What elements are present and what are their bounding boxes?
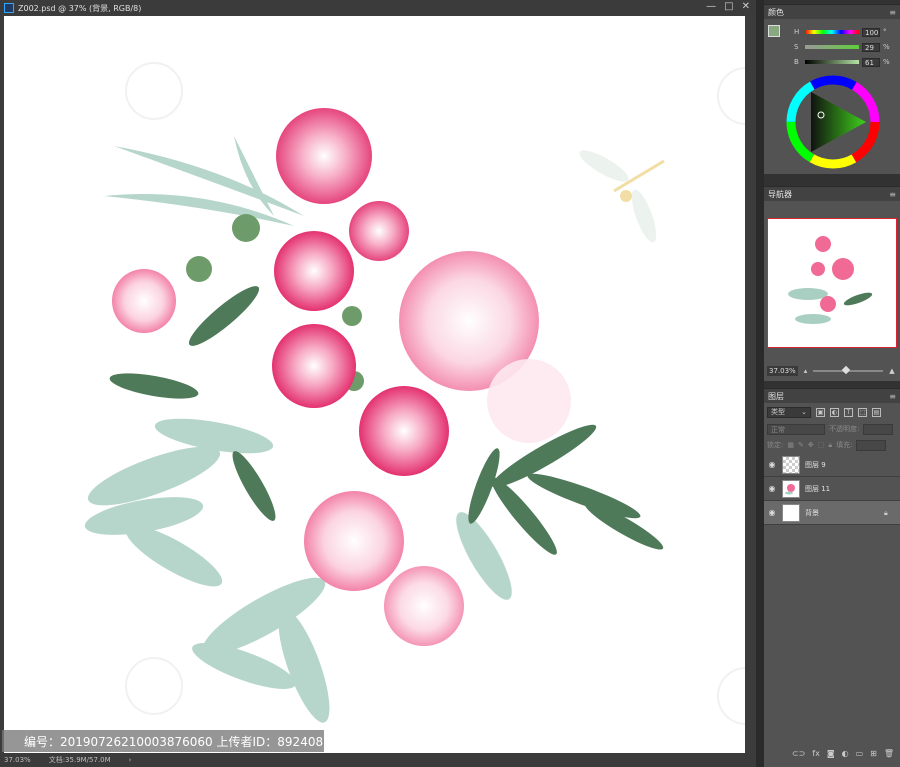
smart-object-filter-icon[interactable]: ▤ (872, 407, 881, 417)
brightness-slider[interactable] (805, 60, 859, 64)
hue-value-input[interactable]: 100 (862, 27, 880, 37)
blend-mode-select[interactable]: 正常 (767, 423, 825, 435)
lock-row: 锁定: ▦ ✎ ✥ ⬚ 🔒︎ 填充: (764, 437, 900, 453)
brightness-value-input[interactable]: 61 (862, 57, 880, 67)
color-panel: 颜色 ≡ H 100 ° S 29 % B 61 % (764, 4, 900, 174)
saturation-row: S 29 % (794, 42, 898, 52)
close-icon[interactable]: ✕ (742, 1, 750, 12)
layers-title: 图层 (768, 391, 784, 401)
lock-position-icon[interactable]: ✥ (808, 441, 814, 449)
brightness-label: B (794, 58, 799, 66)
zoom-slider-knob[interactable] (841, 365, 851, 375)
layers-header[interactable]: 图层 ≡ (764, 389, 900, 403)
color-wheel[interactable] (786, 75, 880, 169)
panel-menu-icon[interactable]: ≡ (889, 392, 896, 401)
zoom-in-icon[interactable]: ▲ (889, 367, 894, 375)
adjustment-layer-icon[interactable]: ◐ (842, 749, 849, 763)
link-layers-icon[interactable]: ⊂⊃ (792, 749, 805, 763)
minimize-icon[interactable]: — (706, 1, 716, 12)
hue-row: H 100 ° (794, 27, 898, 37)
chevron-right-icon[interactable]: › (129, 756, 132, 764)
pixel-filter-icon[interactable]: ▣ (816, 407, 825, 417)
add-mask-icon[interactable]: ◙ (827, 749, 835, 763)
hue-label: H (794, 28, 800, 36)
layer-row[interactable]: ◉ 图层 9 (764, 453, 900, 477)
shape-filter-icon[interactable]: ⬚ (858, 407, 867, 417)
adjustment-filter-icon[interactable]: ◐ (830, 407, 839, 417)
photoshop-icon (4, 3, 14, 13)
panel-collapse-strip (756, 0, 764, 767)
brightness-unit: % (883, 58, 890, 66)
navigator-header[interactable]: 导航器 ≡ (764, 187, 900, 201)
lock-artboard-icon[interactable]: ⬚ (818, 441, 825, 449)
lock-label: 锁定: (767, 441, 784, 449)
saturation-slider[interactable] (805, 45, 859, 49)
dragonfly (579, 150, 665, 243)
color-panel-header[interactable]: 颜色 ≡ (764, 5, 900, 19)
chevron-down-icon: ⌄ (801, 408, 807, 416)
lock-paint-icon[interactable]: ✎ (798, 441, 804, 449)
opacity-input[interactable] (863, 423, 894, 435)
layer-kind-select[interactable]: 类型 ⌄ (767, 406, 811, 418)
layer-thumbnail (782, 503, 800, 522)
saturation-value-input[interactable]: 29 (862, 42, 880, 52)
panel-menu-icon[interactable]: ≡ (889, 8, 896, 17)
layer-name[interactable]: 背景 (805, 508, 879, 518)
watermark-caption: 编号：20190726210003876060 上传者ID：892408 (2, 730, 324, 752)
layer-kind-label: 类型 (771, 408, 785, 416)
trash-icon[interactable]: 🗑︎ (884, 749, 894, 763)
saturation-unit: % (883, 43, 890, 51)
canvas-area (0, 16, 756, 753)
eye-icon[interactable]: ◉ (767, 508, 777, 517)
layer-filter-bar: 类型 ⌄ ▣ ◐ T ⬚ ▤ (764, 403, 900, 421)
maximize-icon[interactable]: □ (724, 1, 733, 12)
navigator-panel: 导航器 ≡ 37.03% ▴ ▲ (764, 186, 900, 381)
new-layer-icon[interactable]: ⊞ (870, 749, 877, 763)
lock-icon: 🔒︎ (884, 508, 888, 517)
navigator-zoom-value[interactable]: 37.03% (767, 366, 798, 376)
layer-row[interactable]: ◉ 图层 11 (764, 477, 900, 501)
canvas[interactable] (4, 16, 745, 753)
navigator-title: 导航器 (768, 189, 792, 199)
layer-name[interactable]: 图层 11 (805, 484, 900, 494)
foreground-swatch[interactable] (768, 25, 780, 37)
layers-footer: ⊂⊃ fx ◙ ◐ ▭ ⊞ 🗑︎ (764, 749, 900, 763)
document-tab[interactable]: Z002.psd @ 37% (背景, RGB/8) — □ ✕ (0, 0, 756, 16)
blend-row: 正常 不透明度: (764, 421, 900, 437)
brightness-row: B 61 % (794, 57, 898, 67)
panel-menu-icon[interactable]: ≡ (889, 190, 896, 199)
color-panel-title: 颜色 (768, 7, 784, 17)
window-controls: — □ ✕ (706, 1, 750, 12)
file-info: 文档:35.9M/57.0M (48, 756, 111, 764)
layer-style-icon[interactable]: fx (812, 749, 820, 763)
lock-pixels-icon[interactable]: ▦ (787, 441, 794, 449)
opacity-label: 不透明度: (829, 425, 860, 433)
photoshop-window: Z002.psd @ 37% (背景, RGB/8) — □ ✕ 编号：2019… (0, 0, 900, 767)
eye-icon[interactable]: ◉ (767, 484, 777, 493)
layer-thumbnail (782, 479, 800, 498)
hue-slider[interactable] (805, 30, 859, 34)
fill-input[interactable] (856, 439, 887, 451)
document-title: Z002.psd @ 37% (背景, RGB/8) (18, 3, 142, 13)
zoom-out-icon[interactable]: ▴ (804, 367, 808, 375)
saturation-label: S (794, 43, 799, 51)
navigator-preview[interactable] (767, 218, 897, 348)
fill-label: 填充: (836, 441, 853, 449)
navigator-zoom-bar: 37.03% ▴ ▲ (764, 363, 900, 379)
layer-name[interactable]: 图层 9 (805, 460, 900, 470)
eye-icon[interactable]: ◉ (767, 460, 777, 469)
status-bar: 37.03% 文档:35.9M/57.0M › (0, 753, 756, 767)
layers-panel: 图层 ≡ 类型 ⌄ ▣ ◐ T ⬚ ▤ 正常 不透明度: 锁定: ▦ ✎ ✥ ⬚… (764, 388, 900, 767)
hue-unit: ° (883, 28, 887, 36)
lock-all-icon[interactable]: 🔒︎ (828, 441, 832, 450)
new-group-icon[interactable]: ▭ (856, 749, 864, 763)
zoom-slider[interactable] (813, 365, 884, 375)
zoom-readout[interactable]: 37.03% (4, 756, 31, 764)
floral-artwork (84, 62, 745, 725)
layer-thumbnail (782, 455, 800, 474)
type-filter-icon[interactable]: T (844, 407, 853, 417)
layer-row[interactable]: ◉ 背景 🔒︎ (764, 501, 900, 525)
